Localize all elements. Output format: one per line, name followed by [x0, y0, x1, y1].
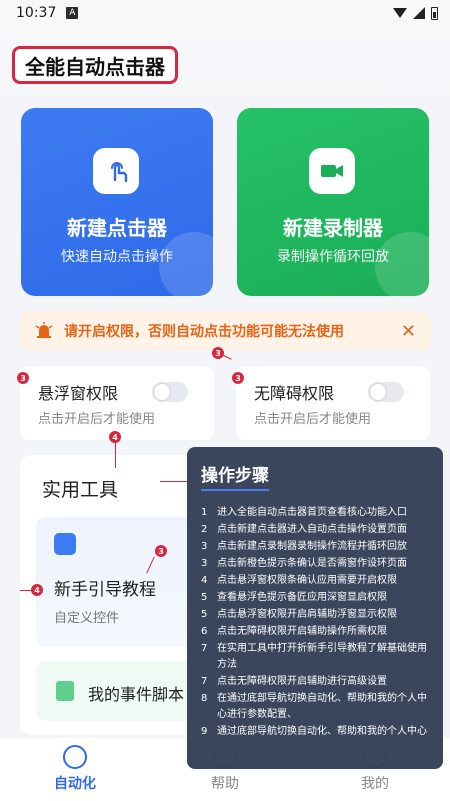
operation-steps-panel: 操作步骤 1 进入全能自动点击器首页查看核心功能入口 2 点击新建点击器进入自动点击操… — [187, 447, 443, 769]
accessibility-permission-subtitle: 点击开启后才能使用 — [254, 412, 372, 427]
new-clicker-subtitle: 快速自动点击操作 — [61, 249, 173, 265]
steps-list: 1 进入全能自动点击器首页查看核心功能入口 2 点击新建点击器进入自动点击操作设置页面… — [201, 505, 431, 740]
annotation-badge: 3 — [17, 372, 29, 384]
annotation-badge: 3 — [232, 372, 244, 384]
tools-title: 实用工具 — [42, 479, 119, 501]
step-number: 2 — [201, 524, 208, 535]
step-number: 5 — [201, 592, 208, 603]
alarm-bell-icon — [35, 322, 53, 338]
step-item: 7 点击无障碍权限开启辅助进行高级设置 — [201, 674, 431, 690]
status-bar: 10:37 A — [0, 0, 450, 26]
warning-text: 请开启权限，否则自动点击功能可能无法使用 — [64, 324, 344, 340]
step-number: 4 — [201, 575, 208, 586]
annotation-badge: 3 — [212, 347, 224, 359]
guide-subtitle: 自定义控件 — [54, 611, 120, 626]
step-text: 点击无障碍权限开启辅助进行高级设置 — [217, 676, 387, 687]
step-number: 9 — [201, 726, 208, 737]
step-text: 点击悬浮窗权限条确认应用需要开启权限 — [217, 575, 397, 586]
accessibility-permission-toggle[interactable] — [368, 382, 404, 402]
step-item: 2 点击新建点击器进入自动点击操作设置页面 — [201, 522, 431, 538]
step-number: 3 — [201, 541, 208, 552]
step-number: 3 — [201, 558, 208, 569]
notification-icon: A — [66, 7, 79, 19]
step-number: 7 — [201, 676, 208, 687]
annotation-badge: 4 — [109, 431, 121, 443]
close-icon[interactable]: ✕ — [401, 321, 416, 342]
new-clicker-card[interactable]: 新建点击器 快速自动点击操作 — [21, 108, 213, 296]
nav-help-label: 帮助 — [211, 776, 239, 792]
new-recorder-card[interactable]: 新建录制器 录制操作循环回放 — [237, 108, 429, 296]
step-number: 7 — [201, 643, 208, 654]
guide-title: 新手引导教程 — [54, 580, 156, 600]
step-text: 点击新建点击器进入自动点击操作设置页面 — [217, 524, 407, 535]
step-text: 点击新建点录制器录制操作流程并循环回放 — [217, 541, 407, 552]
step-item: 4 点击悬浮窗权限条确认应用需要开启权限 — [201, 573, 431, 589]
step-item: 6 点击无障碍权限开启辅助操作所需权限 — [201, 624, 431, 640]
step-text: 点击新橙色提示条确认是否需窗作设环页面 — [217, 558, 407, 569]
step-item: 8 在通过底部导航切换自动化、帮助和我的个人中心进行参数配置、 — [201, 691, 431, 723]
app-title: 全能自动点击器 — [12, 46, 178, 84]
steps-title: 操作步骤 — [201, 461, 269, 491]
annotation-arrow — [160, 481, 190, 482]
video-camera-icon — [309, 148, 355, 194]
step-text: 在通过底部导航切换自动化、帮助和我的个人中心进行参数配置、 — [217, 693, 427, 720]
step-number: 8 — [201, 693, 208, 704]
book-icon — [54, 533, 76, 555]
step-item: 7 在实用工具中打开折新手引导教程了解基础使用方法 — [201, 641, 431, 673]
battery-icon — [431, 6, 438, 20]
event-script-card[interactable]: 我的事件脚本 — [36, 661, 206, 721]
beginner-guide-card[interactable]: 新手引导教程 自定义控件 — [36, 517, 206, 647]
permission-warning-bar[interactable]: 请开启权限，否则自动点击功能可能无法使用 ✕ — [20, 311, 430, 351]
signal-icon — [413, 7, 425, 19]
document-icon — [56, 681, 74, 701]
script-title: 我的事件脚本 — [88, 685, 185, 704]
nav-tab-automation[interactable]: 自动化 — [0, 745, 150, 793]
step-number: 6 — [201, 626, 208, 637]
accessibility-permission-title: 无障碍权限 — [254, 384, 335, 403]
step-item: 3 点击新建点录制器录制操作流程并循环回放 — [201, 539, 431, 555]
floating-permission-subtitle: 点击开启后才能使用 — [38, 412, 156, 427]
wifi-icon — [393, 8, 407, 18]
step-number: 1 — [201, 507, 208, 518]
floating-permission-title: 悬浮窗权限 — [38, 384, 119, 403]
new-recorder-title: 新建录制器 — [283, 216, 383, 240]
step-item: 5 查看悬浮色提示备匠应用深窗显启权限 — [201, 590, 431, 606]
step-item: 1 进入全能自动点击器首页查看核心功能入口 — [201, 505, 431, 521]
nav-mine-label: 我的 — [361, 776, 389, 792]
step-text: 在实用工具中打开折新手引导教程了解基础使用方法 — [217, 643, 427, 670]
floating-window-permission-card[interactable]: 悬浮窗权限 点击开启后才能使用 — [20, 366, 214, 440]
nav-automation-label: 自动化 — [54, 776, 96, 792]
new-clicker-title: 新建点击器 — [67, 216, 167, 240]
annotation-badge: 4 — [31, 584, 43, 596]
step-text: 进入全能自动点击器首页查看核心功能入口 — [217, 507, 407, 518]
new-recorder-subtitle: 录制操作循环回放 — [277, 249, 389, 265]
floating-permission-toggle[interactable] — [152, 382, 188, 402]
touch-icon — [93, 148, 139, 194]
annotation-badge: 3 — [155, 545, 167, 557]
annotation-arrow — [115, 443, 116, 468]
step-text: 查看悬浮色提示备匠应用深窗显启权限 — [217, 592, 387, 603]
step-item: 3 点击新橙色提示条确认是否需窗作设环页面 — [201, 556, 431, 572]
step-number: 5 — [201, 609, 208, 620]
step-text: 通过底部导航切换自动化、帮助和我的个人中心 — [217, 726, 427, 737]
step-item: 5 点击悬浮窗权限开启肩辅助浮窗显示权限 — [201, 607, 431, 623]
step-text: 点击悬浮窗权限开启肩辅助浮窗显示权限 — [217, 609, 397, 620]
step-text: 点击无障碍权限开启辅助操作所需权限 — [217, 626, 387, 637]
automation-icon — [63, 745, 87, 769]
step-item: 9 通过底部导航切换自动化、帮助和我的个人中心 — [201, 724, 431, 740]
accessibility-permission-card[interactable]: 无障碍权限 点击开启后才能使用 — [236, 366, 430, 440]
status-time: 10:37 — [16, 5, 57, 21]
